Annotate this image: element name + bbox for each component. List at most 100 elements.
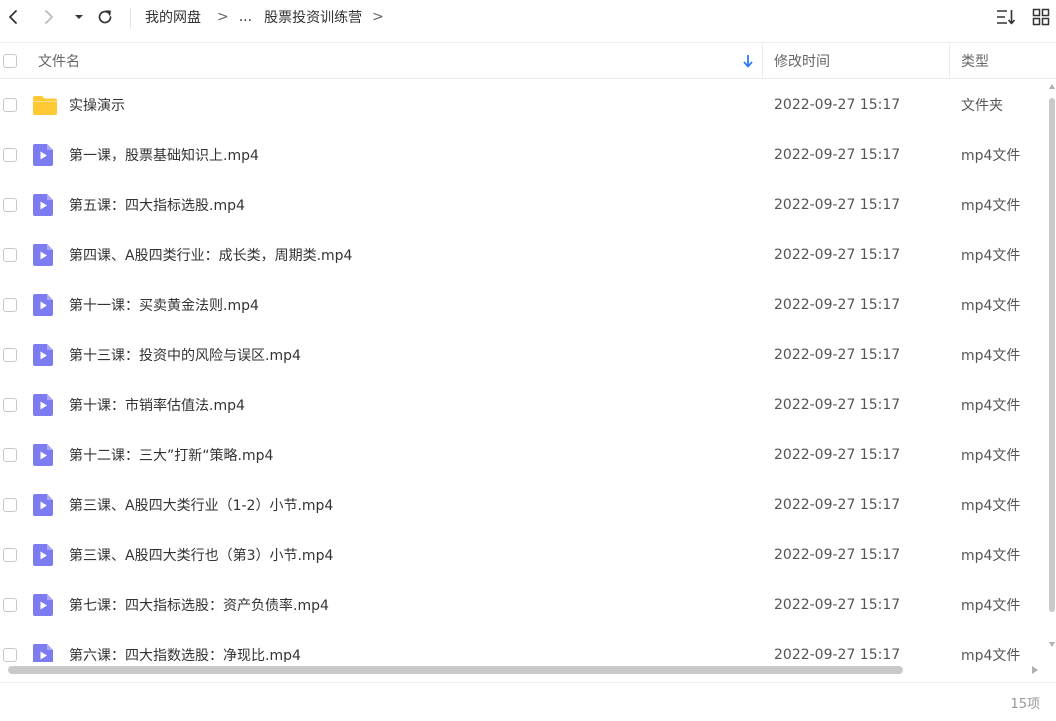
- file-type: mp4文件: [961, 298, 1021, 314]
- refresh-icon[interactable]: [94, 6, 116, 28]
- select-all-checkbox[interactable]: [3, 43, 17, 79]
- file-modified: 2022-09-27 15:17: [774, 97, 901, 113]
- file-row[interactable]: 实操演示 2022-09-27 15:17 文件夹: [0, 80, 1048, 130]
- file-row[interactable]: 第十一课：买卖黄金法则.mp4 2022-09-27 15:17 mp4文件: [0, 280, 1048, 330]
- file-type: mp4文件: [961, 498, 1021, 514]
- video-file-icon: [32, 593, 56, 617]
- file-name[interactable]: 第六课：四大指数选股：净现比.mp4: [69, 630, 301, 662]
- file-name[interactable]: 第四课、A股四类行业：成长类，周期类.mp4: [69, 230, 352, 280]
- vertical-scroll-thumb[interactable]: [1049, 98, 1055, 612]
- file-type: mp4文件: [961, 448, 1021, 464]
- row-checkbox[interactable]: [3, 548, 17, 562]
- column-type[interactable]: 类型: [961, 43, 989, 79]
- column-header: 文件名 修改时间 类型: [0, 42, 1056, 79]
- breadcrumb-ellipsis[interactable]: ...: [239, 9, 252, 25]
- file-modified: 2022-09-27 15:17: [774, 397, 901, 413]
- video-file-icon: [32, 193, 56, 217]
- sort-list-icon[interactable]: [996, 7, 1016, 27]
- file-type: mp4文件: [961, 198, 1021, 214]
- column-modified[interactable]: 修改时间: [774, 43, 830, 79]
- file-row[interactable]: 第六课：四大指数选股：净现比.mp4 2022-09-27 15:17 mp4文件: [0, 630, 1048, 662]
- file-row[interactable]: 第三课、A股四大类行业（1-2）小节.mp4 2022-09-27 15:17 mp…: [0, 480, 1048, 530]
- vertical-scrollbar[interactable]: [1048, 80, 1056, 662]
- file-name[interactable]: 第三课、A股四大类行也（第3）小节.mp4: [69, 530, 333, 580]
- video-file-icon: [32, 493, 56, 517]
- row-checkbox[interactable]: [3, 298, 17, 312]
- breadcrumb-separator: >: [372, 9, 384, 25]
- file-name[interactable]: 第十一课：买卖黄金法则.mp4: [69, 280, 259, 330]
- file-modified: 2022-09-27 15:17: [774, 597, 901, 613]
- file-modified: 2022-09-27 15:17: [774, 247, 901, 263]
- file-type: mp4文件: [961, 548, 1021, 564]
- item-count: 15项: [1010, 696, 1040, 712]
- file-name[interactable]: 第十三课：投资中的风险与误区.mp4: [69, 330, 301, 380]
- file-type: mp4文件: [961, 648, 1021, 662]
- row-checkbox[interactable]: [3, 248, 17, 262]
- breadcrumb: 我的网盘 > ... 股票投资训练营 >: [145, 0, 394, 34]
- file-name[interactable]: 第十课：市销率估值法.mp4: [69, 380, 245, 430]
- scroll-down-icon[interactable]: [1049, 642, 1055, 647]
- horizontal-scrollbar[interactable]: [0, 663, 1048, 677]
- file-type: 文件夹: [961, 98, 1003, 114]
- row-checkbox[interactable]: [3, 648, 17, 662]
- video-file-icon: [32, 643, 56, 662]
- file-modified: 2022-09-27 15:17: [774, 547, 901, 563]
- row-checkbox[interactable]: [3, 198, 17, 212]
- file-row[interactable]: 第五课：四大指标选股.mp4 2022-09-27 15:17 mp4文件: [0, 180, 1048, 230]
- file-modified: 2022-09-27 15:17: [774, 647, 901, 662]
- file-row[interactable]: 第四课、A股四类行业：成长类，周期类.mp4 2022-09-27 15:17 mp…: [0, 230, 1048, 280]
- file-name[interactable]: 第七课：四大指标选股：资产负债率.mp4: [69, 580, 329, 630]
- file-modified: 2022-09-27 15:17: [774, 447, 901, 463]
- file-row[interactable]: 第十二课：三大”打新“策略.mp4 2022-09-27 15:17 mp4文件: [0, 430, 1048, 480]
- folder-icon: [32, 93, 57, 117]
- video-file-icon: [32, 443, 56, 467]
- file-name[interactable]: 第三课、A股四大类行业（1-2）小节.mp4: [69, 480, 333, 530]
- file-name[interactable]: 第五课：四大指标选股.mp4: [69, 180, 245, 230]
- video-file-icon: [32, 143, 56, 167]
- file-row[interactable]: 第十课：市销率估值法.mp4 2022-09-27 15:17 mp4文件: [0, 380, 1048, 430]
- row-checkbox[interactable]: [3, 398, 17, 412]
- sort-arrow-icon[interactable]: [742, 43, 754, 79]
- breadcrumb-separator: >: [217, 9, 229, 25]
- video-file-icon: [32, 343, 56, 367]
- file-type: mp4文件: [961, 598, 1021, 614]
- video-file-icon: [32, 393, 56, 417]
- file-type: mp4文件: [961, 398, 1021, 414]
- file-modified: 2022-09-27 15:17: [774, 497, 901, 513]
- scroll-right-icon[interactable]: [1032, 666, 1038, 674]
- breadcrumb-current[interactable]: 股票投资训练营: [264, 7, 362, 27]
- file-row[interactable]: 第三课、A股四大类行也（第3）小节.mp4 2022-09-27 15:17 mp4…: [0, 530, 1048, 580]
- back-icon[interactable]: [2, 6, 24, 28]
- file-modified: 2022-09-27 15:17: [774, 147, 901, 163]
- horizontal-scroll-thumb[interactable]: [8, 666, 903, 674]
- row-checkbox[interactable]: [3, 348, 17, 362]
- file-modified: 2022-09-27 15:17: [774, 197, 901, 213]
- toolbar-divider: [130, 8, 131, 28]
- column-name[interactable]: 文件名: [38, 43, 80, 79]
- forward-icon[interactable]: [38, 6, 60, 28]
- row-checkbox[interactable]: [3, 598, 17, 612]
- video-file-icon: [32, 543, 56, 567]
- file-row[interactable]: 第十三课：投资中的风险与误区.mp4 2022-09-27 15:17 mp4文件: [0, 330, 1048, 380]
- row-checkbox[interactable]: [3, 498, 17, 512]
- file-modified: 2022-09-27 15:17: [774, 347, 901, 363]
- row-checkbox[interactable]: [3, 448, 17, 462]
- file-name[interactable]: 第一课，股票基础知识上.mp4: [69, 130, 259, 180]
- column-divider[interactable]: [949, 43, 950, 79]
- file-row[interactable]: 第七课：四大指标选股：资产负债率.mp4 2022-09-27 15:17 mp4文…: [0, 580, 1048, 630]
- file-list: 实操演示 2022-09-27 15:17 文件夹第一课，股票基础知识上.mp4 20…: [0, 80, 1048, 662]
- scroll-up-icon[interactable]: [1049, 84, 1055, 89]
- row-checkbox[interactable]: [3, 148, 17, 162]
- file-type: mp4文件: [961, 248, 1021, 264]
- breadcrumb-root[interactable]: 我的网盘: [145, 7, 201, 27]
- row-checkbox[interactable]: [3, 98, 17, 112]
- file-row[interactable]: 第一课，股票基础知识上.mp4 2022-09-27 15:17 mp4文件: [0, 130, 1048, 180]
- file-name[interactable]: 第十二课：三大”打新“策略.mp4: [69, 430, 273, 480]
- column-divider[interactable]: [762, 43, 763, 79]
- toolbar: 我的网盘 > ... 股票投资训练营 >: [0, 0, 1056, 36]
- file-name[interactable]: 实操演示: [69, 80, 125, 130]
- dropdown-icon[interactable]: [68, 6, 90, 28]
- grid-view-icon[interactable]: [1031, 7, 1051, 27]
- video-file-icon: [32, 293, 56, 317]
- status-bar: 15项: [0, 682, 1056, 721]
